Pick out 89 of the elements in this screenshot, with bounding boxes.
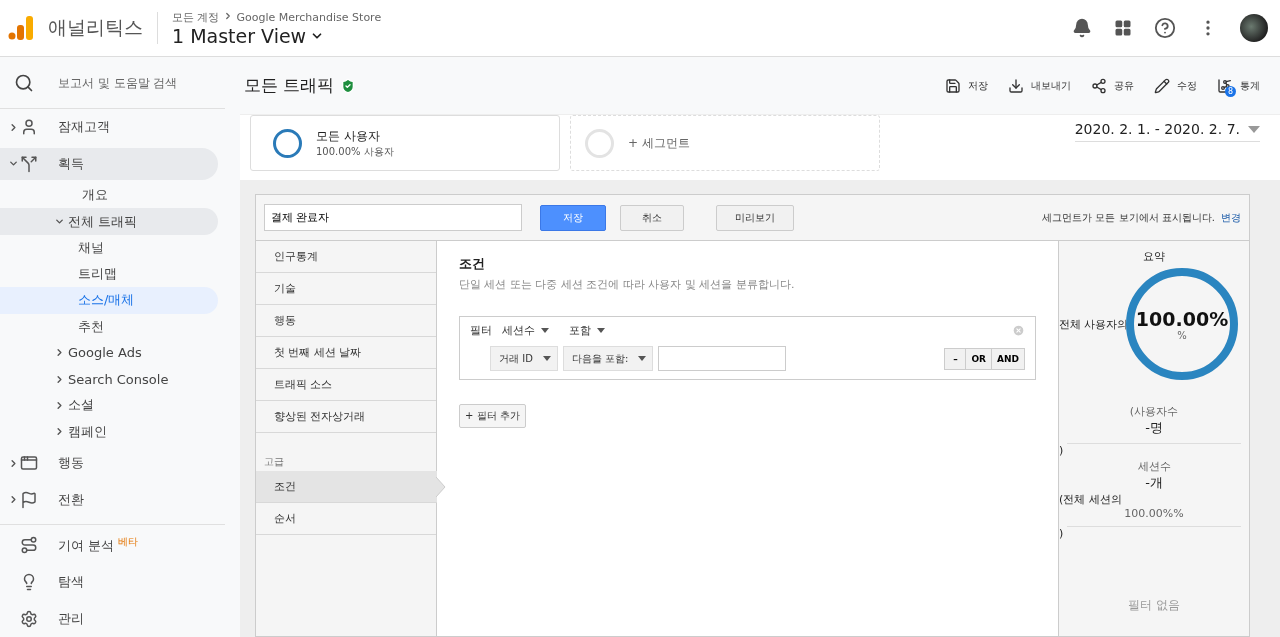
view-selector[interactable]: 1 Master View bbox=[172, 24, 382, 47]
section-title: 조건 bbox=[459, 255, 485, 273]
add-filter-button[interactable]: + 필터 추가 bbox=[459, 404, 526, 428]
toolbar-action[interactable]: 저장 bbox=[945, 77, 988, 94]
nav-item[interactable]: 기여 분석 $^{베타}$ bbox=[0, 529, 218, 562]
value-field[interactable] bbox=[658, 346, 787, 371]
segment-name: 모든 사용자 bbox=[316, 127, 381, 145]
nav-item[interactable]: 개요 bbox=[0, 182, 218, 209]
shield-check-icon bbox=[340, 77, 357, 94]
segment-detail: 100.00% 사용자 bbox=[316, 144, 394, 159]
nav-item[interactable]: 전환 bbox=[0, 483, 218, 517]
bell-icon[interactable] bbox=[1072, 18, 1092, 38]
sessions-share-label: (전체 세션의 bbox=[1059, 492, 1122, 507]
search-field[interactable]: 보고서 및 도움말 검색 bbox=[56, 74, 206, 91]
avatar[interactable] bbox=[1240, 14, 1268, 42]
caret-down-icon bbox=[597, 328, 605, 333]
fork-icon bbox=[20, 154, 38, 173]
section-description: 단일 세션 또는 다중 세션 조건에 따라 사용자 및 세션을 분류합니다. bbox=[459, 277, 795, 292]
nav-item[interactable]: Search Console bbox=[0, 366, 218, 393]
toolbar-action[interactable]: 8 통계 bbox=[1217, 77, 1260, 94]
menu-heading: 고급 bbox=[263, 455, 285, 469]
scope-dropdown[interactable]: 세션수 bbox=[502, 323, 549, 338]
logic-button[interactable]: AND bbox=[991, 347, 1025, 370]
gear-icon bbox=[20, 609, 38, 628]
editor-button[interactable]: 미리보기 bbox=[716, 204, 794, 231]
unit-label: % bbox=[1177, 329, 1187, 341]
logic-button[interactable]: – bbox=[944, 347, 967, 370]
person-icon bbox=[20, 118, 38, 137]
filter-status: 필터 없음 bbox=[1127, 597, 1181, 614]
help-icon[interactable] bbox=[1154, 17, 1176, 39]
segment-card[interactable]: 모든 사용자 100.00% 사용자 bbox=[250, 115, 560, 171]
closing-paren: ) bbox=[1059, 527, 1064, 540]
path-icon bbox=[20, 536, 38, 555]
share-icon bbox=[1091, 77, 1107, 94]
visibility-note: 세그먼트가 모든 보기에서 표시됩니다. bbox=[1042, 210, 1215, 225]
sessions-value: -개 bbox=[1145, 474, 1163, 492]
nav-item[interactable]: 소셜 bbox=[0, 392, 218, 419]
bar-chart-logo bbox=[8, 15, 34, 41]
chevron-icon bbox=[223, 10, 233, 21]
filter-label: 필터 bbox=[470, 323, 492, 338]
nav-item[interactable]: 잠재고객 bbox=[0, 111, 218, 144]
logic-button[interactable]: OR bbox=[965, 347, 993, 370]
toolbar-action[interactable]: 내보내기 bbox=[1008, 77, 1071, 94]
count-badge: 8 bbox=[1225, 85, 1236, 97]
users-value: -명 bbox=[1145, 419, 1163, 437]
ring-icon bbox=[585, 128, 614, 158]
percent-value: 100.00% bbox=[1135, 307, 1229, 330]
caret-down-icon bbox=[1248, 125, 1260, 133]
nav-item[interactable]: 탐색 bbox=[0, 565, 218, 599]
save-icon bbox=[945, 77, 961, 94]
flag-icon bbox=[20, 490, 38, 509]
operator-select[interactable]: 다음을 포함: bbox=[562, 346, 654, 371]
breadcrumb[interactable]: 모든 계정 Google Merchandise Store bbox=[172, 9, 382, 25]
download-icon bbox=[1008, 77, 1024, 94]
closing-paren: ) bbox=[1059, 444, 1064, 457]
ring-icon bbox=[273, 128, 302, 158]
add-segment-label: + 세그먼트 bbox=[628, 134, 690, 152]
users-label: (사용자수 bbox=[1129, 404, 1179, 419]
apps-grid-icon[interactable] bbox=[1114, 19, 1132, 37]
toolbar-action[interactable]: 공유 bbox=[1091, 77, 1134, 94]
nav-item[interactable]: 트리맵 bbox=[0, 261, 218, 288]
window-icon bbox=[20, 454, 38, 473]
change-link[interactable]: 변경 bbox=[1221, 210, 1241, 225]
nav-item[interactable]: 추천 bbox=[0, 313, 218, 340]
date-range-picker[interactable]: 2020. 2. 1. - 2020. 2. 7. bbox=[1074, 121, 1260, 142]
app-name: 애널리틱스 bbox=[48, 15, 143, 40]
sessions-share: 100.00%% bbox=[1124, 507, 1184, 520]
editor-button[interactable]: 취소 bbox=[620, 204, 684, 231]
nav-item[interactable]: 채널 bbox=[0, 234, 218, 261]
nav-item[interactable]: Google Ads bbox=[0, 339, 218, 367]
caret-down-icon bbox=[542, 356, 551, 361]
add-segment-card[interactable]: + 세그먼트 bbox=[570, 115, 880, 171]
toolbar-action[interactable]: 수정 bbox=[1154, 77, 1197, 94]
nav-item[interactable]: 전체 트래픽 bbox=[0, 208, 218, 235]
nav-item[interactable]: 행동 bbox=[0, 446, 218, 480]
pencil-icon bbox=[1154, 77, 1170, 94]
dimension-select[interactable]: 거래 ID bbox=[490, 346, 558, 371]
nav-item[interactable]: 소스/매체 bbox=[0, 287, 218, 314]
mode-dropdown[interactable]: 포함 bbox=[569, 323, 605, 338]
sessions-label: 세션수 bbox=[1137, 459, 1171, 474]
segment-name-field[interactable]: 결제 완료자 bbox=[264, 204, 522, 231]
report-title: 모든 트래픽 bbox=[244, 74, 335, 97]
caret-down-icon bbox=[638, 356, 647, 361]
caret-down-icon bbox=[541, 328, 549, 333]
search-icon bbox=[14, 72, 34, 93]
nav-item[interactable]: 관리 bbox=[0, 602, 218, 635]
nav-item[interactable]: 획득 bbox=[0, 147, 218, 181]
summary-title: 요약 bbox=[1142, 249, 1166, 264]
nav-item[interactable]: 캠페인 bbox=[0, 418, 218, 445]
